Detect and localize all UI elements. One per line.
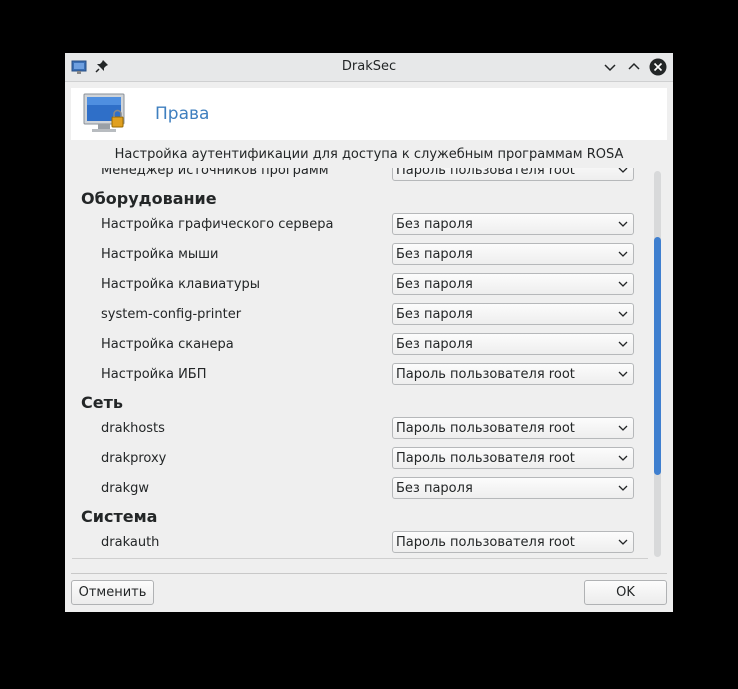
minimize-icon [604, 64, 616, 72]
list-row: Настройка сканера Без пароля [72, 330, 648, 360]
section-header: Сеть [72, 390, 648, 414]
security-monitor-icon [83, 93, 125, 132]
select-value: Без пароля [396, 307, 473, 322]
list-row: Настройка мыши Без пароля [72, 240, 648, 270]
auth-select[interactable]: Пароль пользователя root [392, 363, 634, 385]
list-row: drakproxy Пароль пользователя root [72, 444, 648, 474]
list-row: Настройка клавиатуры Без пароля [72, 270, 648, 300]
chevron-down-icon [618, 341, 628, 347]
list-row: drakgw Без пароля [72, 474, 648, 504]
chevron-down-icon [618, 311, 628, 317]
row-label: drakgw [101, 481, 149, 496]
row-label: Настройка сканера [101, 337, 234, 352]
chevron-down-icon [618, 371, 628, 377]
chevron-down-icon [618, 251, 628, 257]
ok-button[interactable]: OK [584, 580, 667, 605]
section-title-hardware: Оборудование [81, 189, 217, 208]
title-bar: DrakSec [65, 53, 673, 82]
chevron-down-icon [618, 539, 628, 545]
row-label: drakauth [101, 535, 160, 550]
select-value: Пароль пользователя root [396, 168, 575, 178]
list-row: Менеджер источников программ Пароль поль… [72, 168, 648, 186]
chevron-down-icon [618, 425, 628, 431]
select-value: Без пароля [396, 247, 473, 262]
section-header: Оборудование [72, 186, 648, 210]
row-label: drakproxy [101, 451, 167, 466]
window-title: DrakSec [341, 59, 397, 74]
section-header: Система [72, 504, 648, 528]
row-label: Менеджер источников программ [101, 168, 329, 178]
chevron-down-icon [618, 455, 628, 461]
header-banner: Права [71, 88, 667, 140]
scrollbar-thumb[interactable] [654, 237, 661, 475]
auth-select[interactable]: Пароль пользователя root [392, 417, 634, 439]
chevron-down-icon [618, 168, 628, 173]
select-value: Пароль пользователя root [396, 367, 575, 382]
chevron-down-icon [618, 485, 628, 491]
select-value: Пароль пользователя root [396, 421, 575, 436]
vertical-scrollbar[interactable] [654, 171, 661, 557]
select-value: Пароль пользователя root [396, 535, 575, 550]
footer-divider [71, 573, 667, 574]
auth-select[interactable]: Пароль пользователя root [392, 168, 634, 181]
cancel-button[interactable]: Отменить [71, 580, 154, 605]
select-value: Без пароля [396, 277, 473, 292]
row-label: drakhosts [101, 421, 165, 436]
section-title-system: Система [81, 507, 158, 526]
auth-select[interactable]: Без пароля [392, 273, 634, 295]
row-label: system-config-printer [101, 307, 242, 322]
list-row: drakauth Пароль пользователя root [72, 528, 648, 558]
list-row: system-config-printer Без пароля [72, 300, 648, 330]
row-label: Настройка клавиатуры [101, 277, 261, 292]
close-button[interactable] [649, 58, 667, 76]
subtitle: Настройка аутентификации для доступа к с… [114, 147, 624, 162]
section-title-network: Сеть [81, 393, 123, 412]
select-value: Пароль пользователя root [396, 451, 575, 466]
maximize-icon [628, 62, 640, 70]
select-value: Без пароля [396, 481, 473, 496]
page-title: Права [155, 104, 210, 124]
permissions-list[interactable]: Менеджер источников программ Пароль поль… [72, 168, 648, 559]
auth-select[interactable]: Без пароля [392, 303, 634, 325]
row-label: Настройка ИБП [101, 367, 207, 382]
select-value: Без пароля [396, 337, 473, 352]
auth-select[interactable]: Без пароля [392, 477, 634, 499]
auth-select[interactable]: Пароль пользователя root [392, 447, 634, 469]
auth-select[interactable]: Без пароля [392, 243, 634, 265]
auth-select[interactable]: Пароль пользователя root [392, 531, 634, 553]
chevron-down-icon [618, 281, 628, 287]
draksec-window: DrakSec Права Настройка аутентификации д… [65, 53, 673, 612]
chevron-down-icon [618, 221, 628, 227]
maximize-button[interactable] [625, 58, 643, 76]
select-value: Без пароля [396, 217, 473, 232]
row-label: Настройка мыши [101, 247, 219, 262]
list-row: drakhosts Пароль пользователя root [72, 414, 648, 444]
close-icon [649, 58, 667, 76]
auth-select[interactable]: Без пароля [392, 213, 634, 235]
list-row: Настройка ИБП Пароль пользователя root [72, 360, 648, 390]
row-label: Настройка графического сервера [101, 217, 334, 232]
minimize-button[interactable] [601, 58, 619, 76]
list-row: Настройка графического сервера Без парол… [72, 210, 648, 240]
auth-select[interactable]: Без пароля [392, 333, 634, 355]
